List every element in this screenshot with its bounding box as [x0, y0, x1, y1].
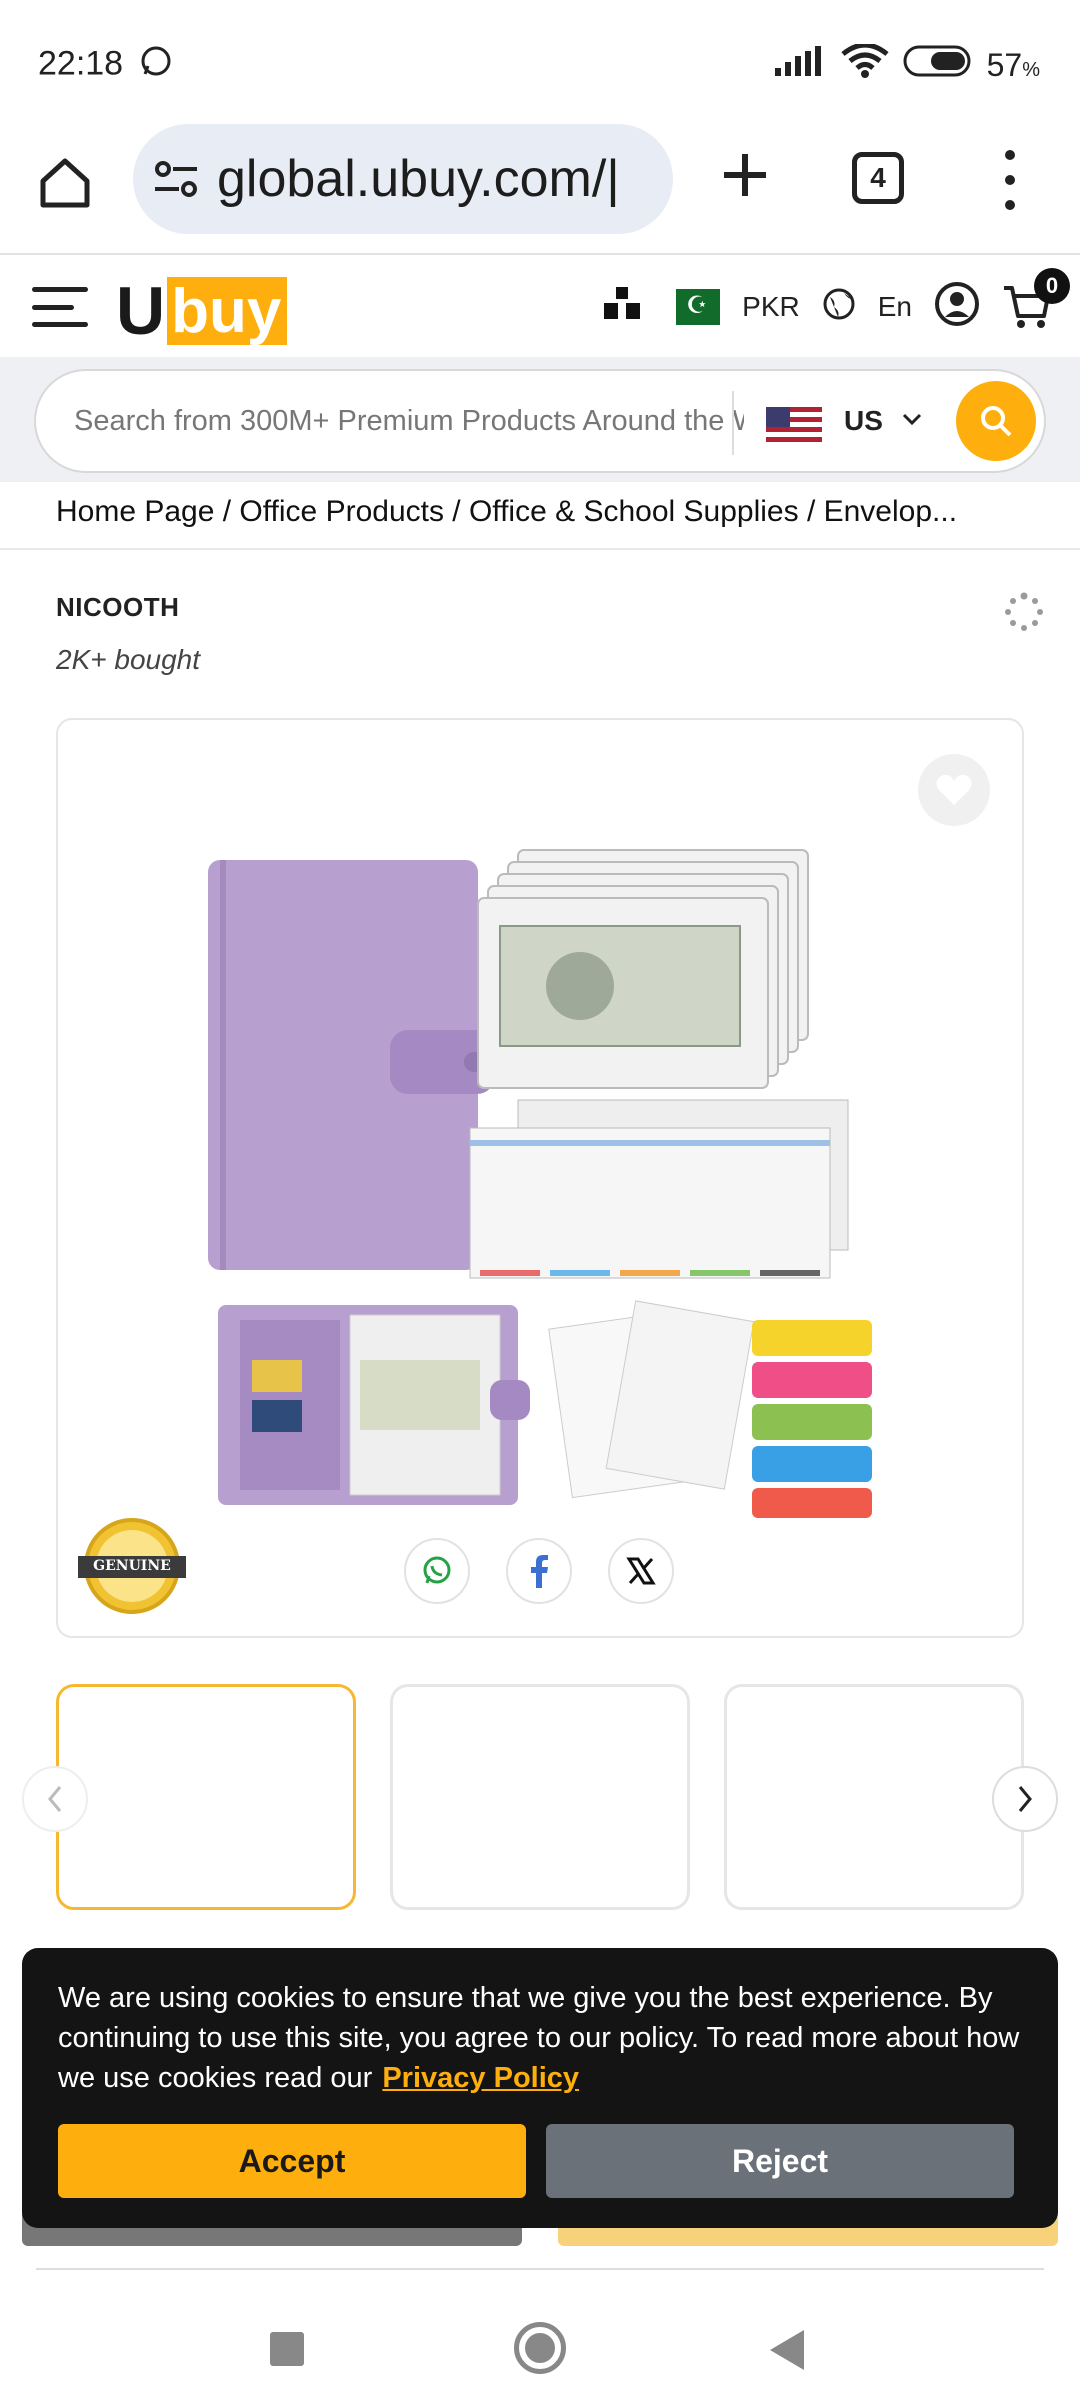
product-thumbnail[interactable] — [56, 1684, 356, 1910]
share-whatsapp-button[interactable] — [404, 1538, 470, 1604]
search-divider — [732, 391, 734, 455]
search-form: Search from 300M+ Premium Products Aroun… — [34, 369, 1046, 473]
home-button[interactable] — [30, 148, 100, 218]
divider — [0, 548, 1080, 550]
loading-spinner-icon — [1004, 592, 1044, 632]
privacy-policy-link[interactable]: Privacy Policy — [382, 2062, 579, 2094]
reject-cookies-button[interactable]: Reject — [546, 2124, 1014, 2198]
chevron-down-icon[interactable] — [902, 403, 922, 434]
battery-level: 57% — [986, 46, 1040, 83]
genuine-badge-icon: GENUINE — [78, 1516, 186, 1616]
hamburger-menu-button[interactable] — [32, 287, 88, 327]
product-thumbnail[interactable] — [724, 1684, 1024, 1910]
account-icon[interactable] — [934, 281, 980, 334]
share-facebook-button[interactable] — [506, 1538, 572, 1604]
cart-count-badge: 0 — [1034, 268, 1070, 304]
tab-count: 4 — [870, 162, 886, 193]
tab-switcher-button[interactable]: 4 — [852, 152, 904, 204]
accept-cookies-button[interactable]: Accept — [58, 2124, 526, 2198]
language-selector[interactable]: En — [878, 291, 912, 323]
battery-icon — [903, 45, 973, 85]
thumbnail-prev-button[interactable] — [22, 1766, 88, 1832]
currency-selector[interactable]: PKR — [742, 291, 800, 323]
share-x-button[interactable] — [608, 1538, 674, 1604]
product-thumbnail[interactable] — [390, 1684, 690, 1910]
purchase-count: 2K+ bought — [56, 644, 201, 675]
status-time: 22:18 — [38, 44, 124, 83]
plus-icon — [724, 154, 766, 196]
wifi-icon — [841, 42, 889, 86]
divider — [36, 2268, 1044, 2270]
back-button[interactable] — [770, 2330, 804, 2370]
genuine-badge-label: GENUINE — [93, 1558, 171, 1574]
address-bar[interactable]: global.ubuy.com/| — [133, 124, 673, 234]
country-selector[interactable]: US — [844, 405, 883, 437]
search-icon — [981, 406, 1012, 437]
ubuy-logo[interactable]: Ubuy — [116, 265, 288, 345]
signal-icon — [774, 46, 827, 84]
search-bar-row: Search from 300M+ Premium Products Aroun… — [0, 357, 1080, 482]
url-text[interactable]: global.ubuy.com/| — [217, 149, 620, 209]
whatsapp-notification-icon — [139, 44, 173, 87]
x-twitter-icon — [626, 1557, 656, 1585]
pakistan-flag-icon[interactable] — [662, 289, 721, 325]
globe-icon[interactable] — [822, 287, 856, 328]
chevron-left-icon — [48, 1786, 62, 1812]
search-button[interactable] — [956, 381, 1036, 461]
system-navigation-bar — [0, 2272, 1080, 2400]
thumbnail-next-button[interactable] — [992, 1766, 1058, 1832]
browser-toolbar: global.ubuy.com/| 4 — [0, 120, 1080, 255]
product-image — [208, 849, 872, 1518]
heart-icon — [936, 774, 972, 805]
recents-button[interactable] — [270, 2332, 304, 2366]
home-icon — [40, 158, 90, 208]
more-vert-icon — [1005, 150, 1015, 160]
home-nav-button[interactable] — [514, 2322, 566, 2374]
store-network-icon[interactable] — [604, 286, 641, 328]
product-brand[interactable]: NICOOTH — [56, 592, 179, 623]
site-settings-icon[interactable] — [153, 159, 199, 199]
facebook-icon — [531, 1555, 548, 1588]
search-input[interactable]: Search from 300M+ Premium Products Aroun… — [74, 405, 744, 438]
breadcrumb[interactable]: Home Page / Office Products / Office & S… — [56, 495, 1056, 529]
chevron-right-icon — [1018, 1786, 1032, 1812]
browser-menu-button[interactable] — [990, 150, 1030, 210]
status-bar: 22:18 57% — [0, 0, 1080, 120]
new-tab-button[interactable] — [710, 140, 780, 210]
cookie-consent-banner: We are using cookies to ensure that we g… — [22, 1948, 1058, 2228]
whatsapp-icon — [423, 1556, 451, 1584]
wishlist-button[interactable] — [918, 754, 990, 826]
cart-button[interactable]: 0 — [1002, 268, 1070, 332]
site-header: Ubuy PKR En 0 — [0, 257, 1080, 357]
us-flag-icon[interactable] — [766, 407, 822, 443]
